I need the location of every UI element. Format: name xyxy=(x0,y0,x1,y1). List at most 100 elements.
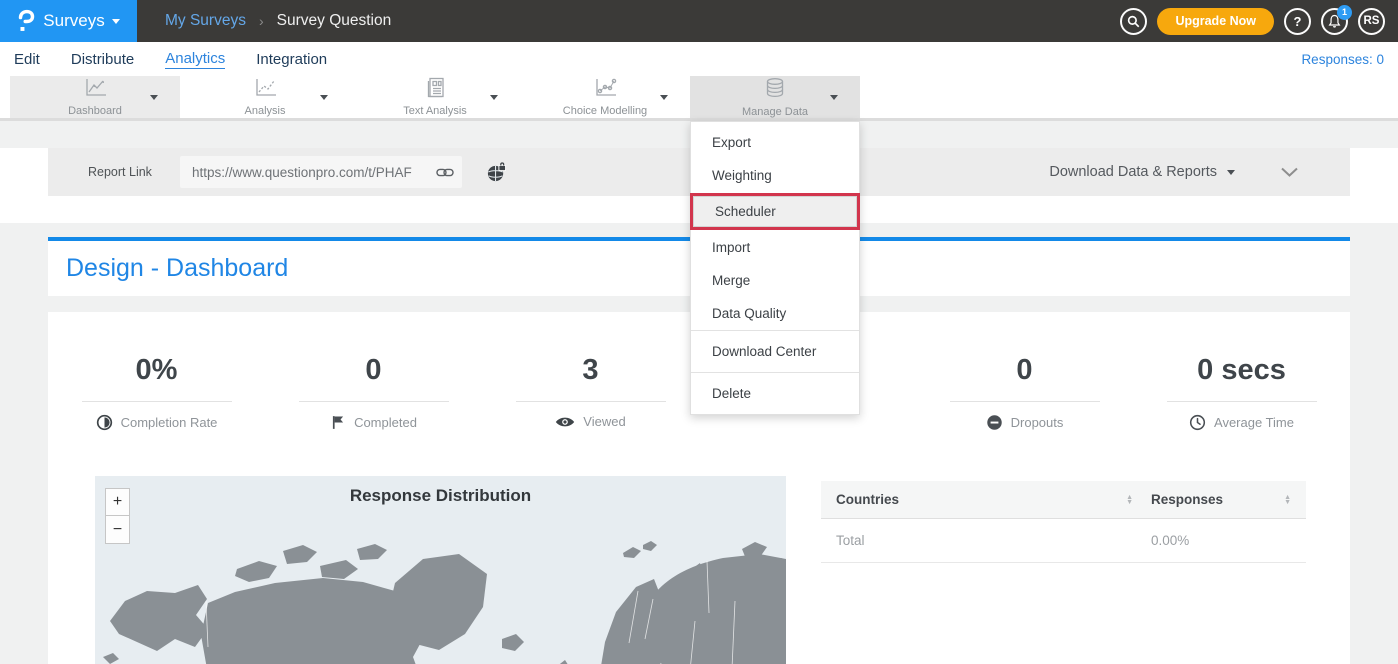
stat-label: Completion Rate xyxy=(121,415,218,430)
total-responses: 0.00% xyxy=(1151,533,1291,548)
stat-average-time: 0 secs Average Time xyxy=(1133,354,1350,431)
menu-item-export[interactable]: Export xyxy=(691,126,859,159)
breadcrumb-current: Survey Question xyxy=(277,12,392,30)
stat-value: 0% xyxy=(48,354,265,387)
clock-icon xyxy=(1189,414,1206,431)
account-avatar[interactable]: RS xyxy=(1358,8,1385,35)
stat-completed: 0 Completed xyxy=(265,354,482,431)
menu-item-merge[interactable]: Merge xyxy=(691,264,859,297)
topbar-actions: Upgrade Now ? 1 RS xyxy=(1120,8,1385,35)
tab-label: Choice Modelling xyxy=(563,105,647,117)
nav-analytics[interactable]: Analytics xyxy=(165,50,225,69)
tab-dashboard[interactable]: Dashboard xyxy=(10,76,180,118)
eye-icon xyxy=(555,415,575,429)
distribution-row: + − Response Distribution xyxy=(48,476,1350,664)
avatar-initials: RS xyxy=(1364,15,1380,27)
document-icon xyxy=(422,77,449,103)
scheduler-highlight-box: Scheduler xyxy=(690,193,860,230)
chevron-down-icon xyxy=(830,95,838,100)
zoom-in-button[interactable]: + xyxy=(105,488,130,516)
column-responses[interactable]: Responses xyxy=(1151,492,1223,507)
stat-value: 3 xyxy=(482,354,699,387)
tab-manage-data[interactable]: Manage Data xyxy=(690,76,860,118)
column-countries[interactable]: Countries xyxy=(836,492,899,507)
minus-circle-icon xyxy=(986,414,1003,431)
stat-label: Viewed xyxy=(583,414,625,429)
world-map xyxy=(95,521,786,664)
notification-badge: 1 xyxy=(1337,5,1352,20)
upgrade-now-button[interactable]: Upgrade Now xyxy=(1157,8,1274,35)
chevron-down-icon xyxy=(150,95,158,100)
line-chart-icon xyxy=(82,77,109,103)
breadcrumb: My Surveys › Survey Question xyxy=(165,12,391,30)
map-title: Response Distribution xyxy=(95,476,786,506)
download-data-reports-dropdown[interactable]: Download Data & Reports xyxy=(1049,164,1235,180)
flag-icon xyxy=(330,414,346,431)
nav-integration[interactable]: Integration xyxy=(256,51,327,68)
report-url-value: https://www.questionpro.com/t/PHAF xyxy=(192,165,436,180)
manage-data-menu: Export Weighting Scheduler Import Merge … xyxy=(690,121,860,415)
countries-table: Countries ▲▼ Responses ▲▼ Total 0.00% xyxy=(821,481,1306,664)
stat-label: Dropouts xyxy=(1011,415,1064,430)
tab-text-analysis[interactable]: Text Analysis xyxy=(350,76,520,118)
top-bar: Surveys My Surveys › Survey Question Upg… xyxy=(0,0,1398,42)
menu-item-weighting[interactable]: Weighting xyxy=(691,159,859,192)
stat-label: Completed xyxy=(354,415,417,430)
stat-viewed: 3 Viewed xyxy=(482,354,699,431)
tab-label: Analysis xyxy=(245,105,286,117)
globe-lock-icon[interactable] xyxy=(486,162,507,183)
response-distribution-map[interactable]: + − Response Distribution xyxy=(95,476,786,664)
tab-choice-modelling[interactable]: Choice Modelling xyxy=(520,76,690,118)
tab-label: Dashboard xyxy=(68,105,122,117)
scatter-chart-icon xyxy=(592,77,619,103)
table-row: Total 0.00% xyxy=(821,519,1306,563)
stat-dropouts: 0 Dropouts xyxy=(916,354,1133,431)
stat-label: Average Time xyxy=(1214,415,1294,430)
page-title: Design - Dashboard xyxy=(66,254,288,283)
help-button[interactable]: ? xyxy=(1284,8,1311,35)
report-link-label: Report Link xyxy=(88,165,152,179)
tab-analysis[interactable]: Analysis xyxy=(180,76,350,118)
tab-label: Manage Data xyxy=(742,106,808,118)
menu-group: Delete xyxy=(691,372,859,414)
total-label: Total xyxy=(836,533,1151,548)
menu-item-data-quality[interactable]: Data Quality xyxy=(691,297,859,330)
nav-edit[interactable]: Edit xyxy=(14,51,40,68)
menu-item-import[interactable]: Import xyxy=(691,231,859,264)
chevron-down-icon xyxy=(320,95,328,100)
trend-chart-icon xyxy=(252,77,279,103)
analytics-toolbar: Dashboard Analysis xyxy=(0,76,1398,121)
stat-value: 0 xyxy=(916,354,1133,387)
menu-item-delete[interactable]: Delete xyxy=(691,373,859,414)
chevron-down-icon xyxy=(490,95,498,100)
stat-value: 0 xyxy=(265,354,482,387)
questionpro-logo-icon xyxy=(17,9,36,33)
page: Surveys My Surveys › Survey Question Upg… xyxy=(0,0,1398,664)
notifications-button[interactable]: 1 xyxy=(1321,8,1348,35)
table-header: Countries ▲▼ Responses ▲▼ xyxy=(821,481,1306,519)
breadcrumb-my-surveys[interactable]: My Surveys xyxy=(165,12,246,30)
product-name: Surveys xyxy=(43,11,104,31)
survey-nav: Edit Distribute Analytics Integration Re… xyxy=(0,42,1398,76)
collapse-chevron[interactable] xyxy=(1281,167,1298,177)
chevron-down-icon xyxy=(660,95,668,100)
chevron-down-icon xyxy=(1227,170,1235,175)
product-switcher[interactable]: Surveys xyxy=(0,0,137,42)
download-label: Download Data & Reports xyxy=(1049,164,1217,180)
report-link-input[interactable]: https://www.questionpro.com/t/PHAF xyxy=(180,156,462,188)
search-button[interactable] xyxy=(1120,8,1147,35)
nav-distribute[interactable]: Distribute xyxy=(71,51,134,68)
stat-completion-rate: 0% Completion Rate xyxy=(48,354,265,431)
link-icon xyxy=(436,167,454,178)
stat-value: 0 secs xyxy=(1133,354,1350,387)
menu-item-download-center[interactable]: Download Center xyxy=(691,331,859,372)
contrast-icon xyxy=(96,414,113,431)
question-mark-icon: ? xyxy=(1294,14,1302,29)
database-icon xyxy=(762,77,788,104)
responses-count: Responses: 0 xyxy=(1301,52,1384,67)
menu-item-scheduler[interactable]: Scheduler xyxy=(693,196,857,227)
sort-icon[interactable]: ▲▼ xyxy=(1284,495,1291,505)
breadcrumb-separator: › xyxy=(259,13,264,29)
menu-group: Download Center xyxy=(691,330,859,372)
sort-icon[interactable]: ▲▼ xyxy=(1126,495,1133,505)
